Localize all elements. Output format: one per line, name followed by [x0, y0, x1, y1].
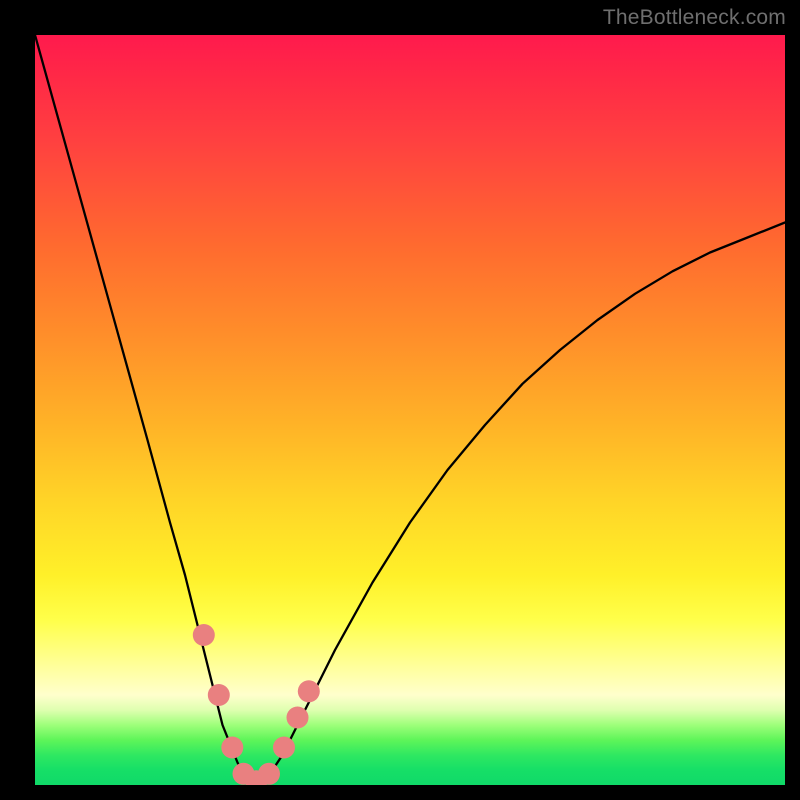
data-marker — [208, 684, 230, 706]
bottleneck-curve — [35, 35, 785, 785]
data-marker — [258, 763, 280, 785]
data-marker — [273, 737, 295, 759]
data-marker — [193, 624, 215, 646]
data-marker — [287, 707, 309, 729]
plot-area — [35, 35, 785, 785]
data-marker — [221, 737, 243, 759]
marker-group — [193, 624, 320, 785]
watermark-text: TheBottleneck.com — [603, 6, 786, 30]
curve-layer — [35, 35, 785, 785]
chart-frame: TheBottleneck.com — [0, 0, 800, 800]
data-marker — [298, 680, 320, 702]
